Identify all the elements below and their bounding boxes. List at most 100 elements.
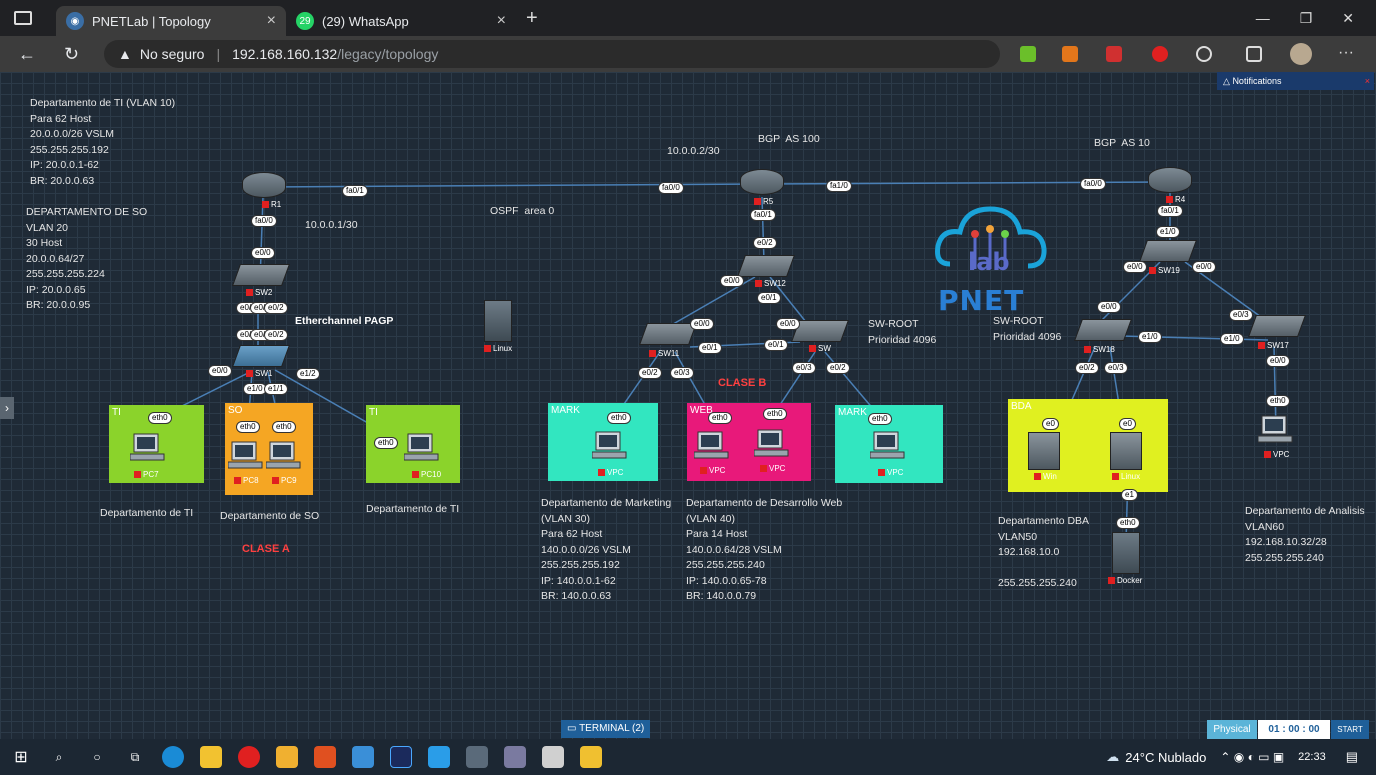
switch-sw1[interactable]: SW1	[231, 345, 291, 378]
port-label: e0/0	[208, 365, 232, 377]
vscode-icon[interactable]	[428, 746, 450, 768]
terminal-button[interactable]: ▭ TERMINAL (2)	[561, 720, 651, 738]
note-marketing: Departamento de Marketing (VLAN 30) Para…	[541, 497, 672, 602]
opera-icon[interactable]	[238, 746, 260, 768]
extension-pdf-icon[interactable]	[1106, 46, 1122, 62]
search-icon[interactable]: ⌕	[48, 746, 70, 768]
switch-icon	[231, 264, 291, 286]
server-icon	[1110, 432, 1142, 470]
close-tab-icon[interactable]: ×	[497, 12, 506, 30]
task-view-icon[interactable]: ⧉	[124, 746, 146, 768]
vpc-web-1[interactable]: VPC	[693, 430, 730, 475]
profile-avatar[interactable]	[1290, 43, 1312, 65]
switch-sw[interactable]: SW	[790, 320, 850, 353]
pc-pc9[interactable]: PC9	[265, 440, 302, 485]
router-r4[interactable]: R4	[1148, 167, 1192, 204]
app-icon-3[interactable]	[580, 746, 602, 768]
port-label: e0	[1042, 418, 1059, 430]
server-icon	[484, 300, 512, 342]
app-icon[interactable]	[504, 746, 526, 768]
tab-pnetlab[interactable]: ◉ PNETLab | Topology ×	[56, 6, 286, 36]
vpc-marketing[interactable]: VPC	[591, 430, 628, 477]
warning-icon: ▲	[118, 46, 132, 62]
cloud-icon: ☁	[1106, 749, 1120, 764]
pc-pc10[interactable]: PC10	[403, 432, 441, 479]
vpc-marketing-2[interactable]: VPC	[869, 430, 906, 477]
port-label: e0/3	[792, 362, 816, 374]
vpc-web-2[interactable]: VPC	[753, 428, 790, 473]
extensions-icon[interactable]	[1196, 46, 1212, 62]
restore-button[interactable]: ❐	[1300, 10, 1313, 27]
collections-icon[interactable]	[1246, 46, 1262, 62]
port-label: eth0	[236, 421, 260, 433]
pnet-logo: lab PNET	[930, 194, 1050, 317]
port-label: e0/3	[1104, 362, 1128, 374]
windows-start-icon[interactable]: ⊞	[10, 746, 32, 768]
note-so-vlan20: DEPARTAMENTO DE SO VLAN 20 30 Host 20.0.…	[26, 206, 148, 311]
office-icon[interactable]	[314, 746, 336, 768]
pc-icon	[693, 431, 729, 459]
port-label: e1/0	[1220, 333, 1244, 345]
server-docker[interactable]: Docker	[1112, 532, 1142, 585]
notification-center-icon[interactable]: ▤	[1346, 749, 1358, 765]
server-win[interactable]: Win	[1028, 432, 1060, 481]
extension-metamask-icon[interactable]	[1062, 46, 1078, 62]
note-dba: Departamento DBA VLAN50 192.168.10.0 255…	[998, 515, 1090, 589]
server-linux[interactable]: Linux	[484, 300, 512, 353]
physical-button[interactable]: Physical	[1207, 720, 1257, 740]
tray-icons[interactable]: ⌃ ◉ ◐ ▭ ▣	[1220, 750, 1284, 764]
cortana-icon[interactable]: ○	[86, 746, 108, 768]
side-panel-toggle[interactable]: ›	[0, 397, 14, 419]
mail-icon[interactable]	[352, 746, 374, 768]
file-explorer-icon[interactable]	[200, 746, 222, 768]
vpc-analisis[interactable]: VPC	[1257, 414, 1294, 459]
edge-icon[interactable]	[162, 746, 184, 768]
switch-sw11[interactable]: SW11	[638, 323, 698, 358]
port-label: e0/2	[753, 237, 777, 249]
new-tab-button[interactable]: +	[526, 7, 538, 30]
notifications-bar[interactable]: △ Notifications ×	[1217, 72, 1374, 90]
port-label: e0/1	[698, 342, 722, 354]
timer-display: 01 : 00 : 00	[1258, 720, 1330, 740]
router-r5[interactable]: R5	[740, 169, 784, 206]
url-field[interactable]: ▲ No seguro | 192.168.160.132/legacy/top…	[104, 40, 1000, 68]
whatsapp-icon: 29	[296, 12, 314, 30]
window-menu-icon[interactable]	[14, 11, 32, 25]
reload-icon[interactable]: ↻	[64, 44, 79, 65]
close-window-button[interactable]: ✕	[1342, 10, 1354, 27]
start-button[interactable]: START	[1331, 720, 1369, 740]
extension-adblock-icon[interactable]	[1152, 46, 1168, 62]
store-icon[interactable]	[276, 746, 298, 768]
server-linux-2[interactable]: Linux	[1110, 432, 1142, 481]
extension-download-icon[interactable]	[1020, 46, 1036, 62]
router-r1[interactable]: R1	[242, 172, 286, 209]
shield-icon[interactable]	[466, 746, 488, 768]
pc-pc7[interactable]: PC7	[129, 432, 166, 479]
back-icon[interactable]: ←	[18, 44, 36, 65]
weather-label[interactable]: 24°C Nublado	[1125, 750, 1206, 765]
port-label: e0/0	[1192, 261, 1216, 273]
more-menu-icon[interactable]: ···	[1338, 44, 1354, 62]
note-ti-vlan10: Departamento de TI (VLAN 10) Para 62 Hos…	[30, 97, 176, 187]
pnet-logo-pnet: PNET	[938, 284, 1025, 317]
port-label: fa0/0	[658, 182, 684, 194]
switch-sw12[interactable]: SW12	[736, 255, 796, 288]
minimize-button[interactable]: —	[1256, 10, 1270, 27]
note-bgp-100: BGP AS 100	[758, 133, 820, 145]
app-icon-2[interactable]	[542, 746, 564, 768]
pc-icon	[129, 433, 165, 461]
switch-sw17[interactable]: SW17	[1247, 315, 1307, 350]
pc-pc8[interactable]: PC8	[227, 440, 264, 485]
note-sw-root-1: SW-ROOT Prioridad 4096	[868, 318, 937, 346]
topology-canvas[interactable]: Departamento de TI (VLAN 10) Para 62 Hos…	[0, 72, 1376, 740]
switch-sw19[interactable]: SW19	[1138, 240, 1198, 275]
tab-whatsapp[interactable]: 29 (29) WhatsApp ×	[286, 6, 516, 36]
close-tab-icon[interactable]: ×	[267, 12, 276, 30]
port-label: eth0	[607, 412, 631, 424]
note-clase-b: CLASE B	[718, 377, 767, 389]
close-notifications-icon[interactable]: ×	[1365, 72, 1370, 90]
switch-sw2[interactable]: SW2	[231, 264, 291, 297]
clock-label[interactable]: 22:33	[1298, 751, 1326, 763]
photoshop-icon[interactable]	[390, 746, 412, 768]
switch-sw18[interactable]: SW18	[1073, 319, 1133, 354]
